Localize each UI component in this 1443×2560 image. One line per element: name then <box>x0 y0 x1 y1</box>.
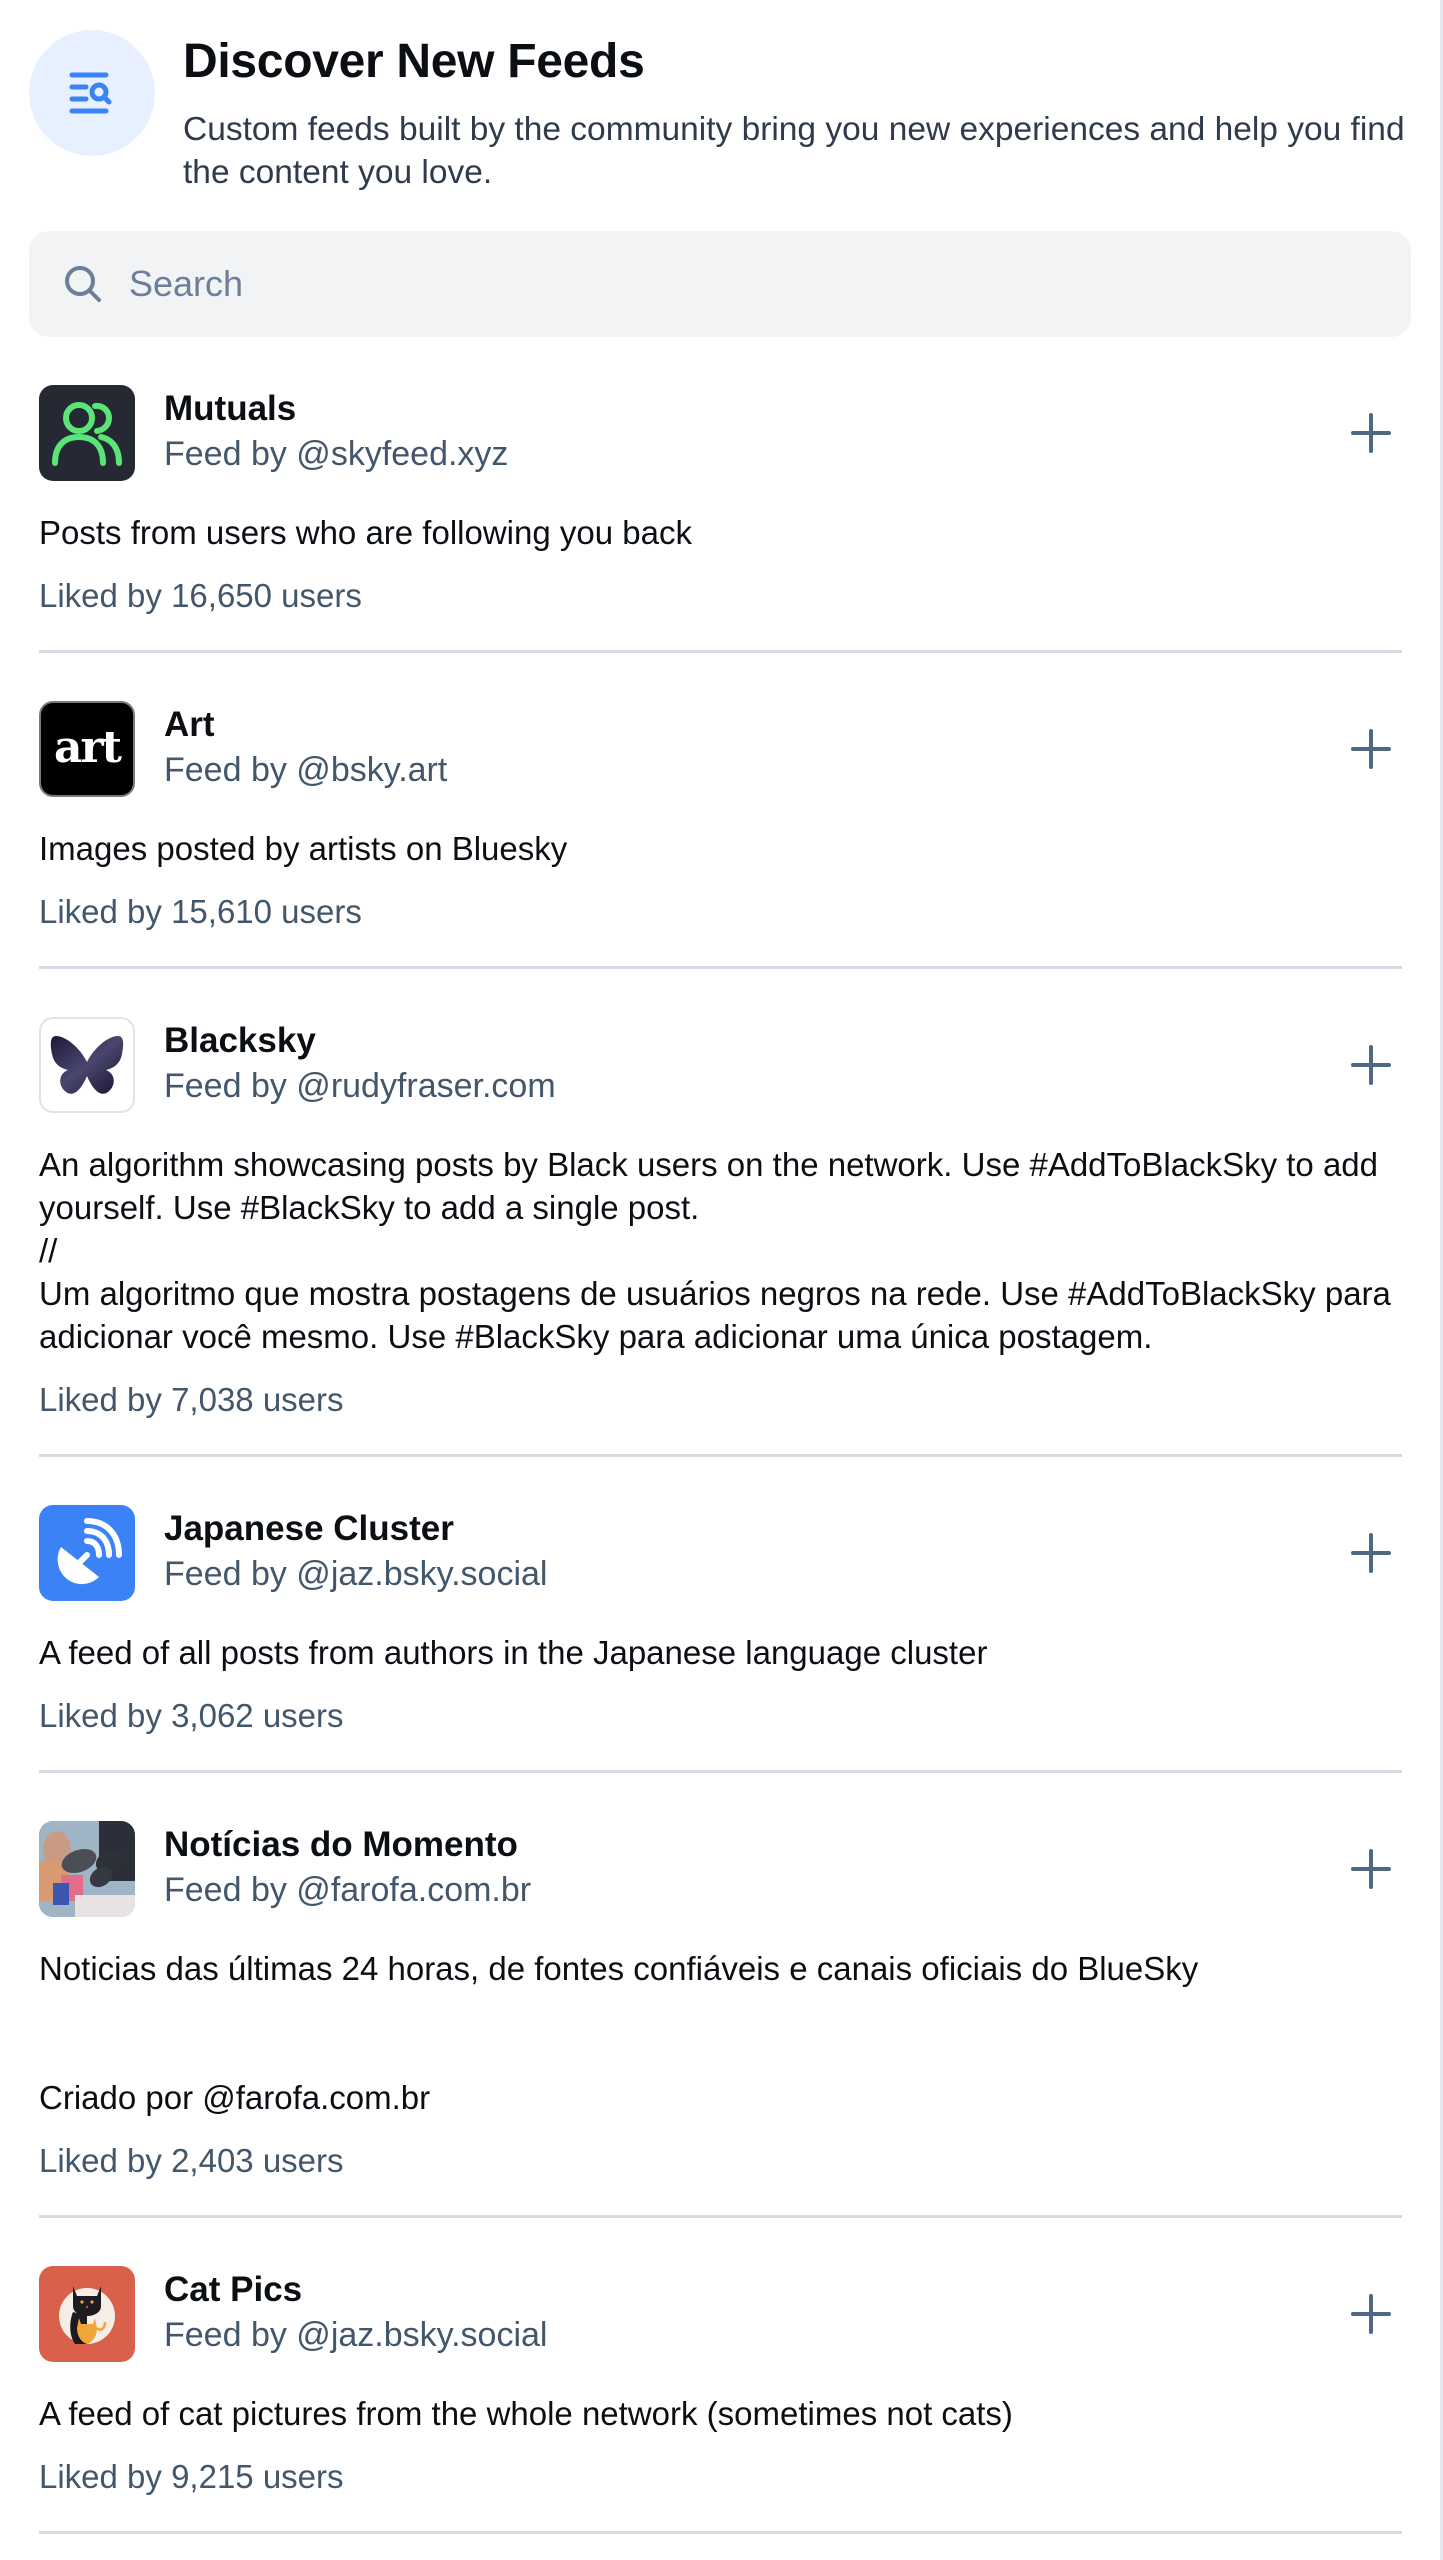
feed-item-art[interactable]: art Art Feed by @bsky.art Images posted … <box>0 653 1440 969</box>
add-feed-button[interactable] <box>1341 1035 1401 1095</box>
feed-description: Posts from users who are following you b… <box>39 514 692 551</box>
plus-icon <box>1351 1849 1391 1889</box>
add-feed-button[interactable] <box>1341 719 1401 779</box>
feed-likes[interactable]: Liked by 9,215 users <box>39 2457 1440 2497</box>
satellite-dish-icon <box>39 1505 135 1601</box>
feed-description: A feed of cat pictures from the whole ne… <box>39 2395 1013 2432</box>
feed-author[interactable]: Feed by @bsky.art <box>164 750 447 790</box>
plus-icon <box>1351 1045 1391 1085</box>
plus-icon <box>1351 413 1391 453</box>
feed-title[interactable]: Notícias do Momento <box>164 1825 518 1865</box>
feed-likes[interactable]: Liked by 3,062 users <box>39 1696 1440 1736</box>
feed-title[interactable]: Art <box>164 705 215 745</box>
search-bar[interactable] <box>29 231 1411 337</box>
page-title: Discover New Feeds <box>183 35 645 88</box>
feed-list: Mutuals Feed by @skyfeed.xyz Posts from … <box>0 337 1440 2534</box>
feed-likes[interactable]: Liked by 15,610 users <box>39 892 1440 932</box>
feed-likes[interactable]: Liked by 7,038 users <box>39 1380 1440 1420</box>
feed-description: An algorithm showcasing posts by Black u… <box>39 1146 1391 1355</box>
feed-item-mutuals[interactable]: Mutuals Feed by @skyfeed.xyz Posts from … <box>0 337 1440 653</box>
feed-item-noticias-do-momento[interactable]: Notícias do Momento Feed by @farofa.com.… <box>0 1773 1440 2218</box>
plus-icon <box>1351 2294 1391 2334</box>
butterfly-logo <box>39 1017 135 1113</box>
feed-title[interactable]: Blacksky <box>164 1021 316 1061</box>
feed-author[interactable]: Feed by @jaz.bsky.social <box>164 2315 547 2355</box>
feed-likes[interactable]: Liked by 16,650 users <box>39 576 1440 616</box>
feed-likes[interactable]: Liked by 2,403 users <box>39 2141 1440 2181</box>
feed-search-icon <box>29 30 155 156</box>
feed-title[interactable]: Mutuals <box>164 389 296 429</box>
plus-icon <box>1351 729 1391 769</box>
feed-description: A feed of all posts from authors in the … <box>39 1634 988 1671</box>
feed-title[interactable]: Cat Pics <box>164 2270 302 2310</box>
feed-description: Images posted by artists on Bluesky <box>39 830 568 867</box>
plus-icon <box>1351 1533 1391 1573</box>
page-subtitle: Custom feeds built by the community brin… <box>183 111 1405 191</box>
cats-logo <box>39 2266 135 2362</box>
add-feed-button[interactable] <box>1341 1523 1401 1583</box>
divider <box>39 2531 1402 2534</box>
feed-description: Noticias das últimas 24 horas, de fontes… <box>39 1950 1199 2116</box>
feed-author[interactable]: Feed by @jaz.bsky.social <box>164 1554 547 1594</box>
discover-header: Discover New Feeds Custom feeds built by… <box>29 30 1419 210</box>
art-logo: art <box>39 701 135 797</box>
add-feed-button[interactable] <box>1341 2284 1401 2344</box>
feed-title[interactable]: Japanese Cluster <box>164 1509 454 1549</box>
press-microphones-photo <box>39 1821 135 1917</box>
feed-author[interactable]: Feed by @rudyfraser.com <box>164 1066 556 1106</box>
art-logo-text: art <box>53 721 122 773</box>
add-feed-button[interactable] <box>1341 403 1401 463</box>
search-icon <box>63 264 103 304</box>
feed-author[interactable]: Feed by @farofa.com.br <box>164 1870 531 1910</box>
feed-author[interactable]: Feed by @skyfeed.xyz <box>164 434 508 474</box>
mutuals-people-icon <box>39 385 135 481</box>
feed-item-cat-pics[interactable]: Cat Pics Feed by @jaz.bsky.social A feed… <box>0 2218 1440 2534</box>
feed-item-blacksky[interactable]: Blacksky Feed by @rudyfraser.com An algo… <box>0 969 1440 1457</box>
search-input[interactable] <box>129 263 1379 305</box>
add-feed-button[interactable] <box>1341 1839 1401 1899</box>
feed-item-japanese-cluster[interactable]: Japanese Cluster Feed by @jaz.bsky.socia… <box>0 1457 1440 1773</box>
